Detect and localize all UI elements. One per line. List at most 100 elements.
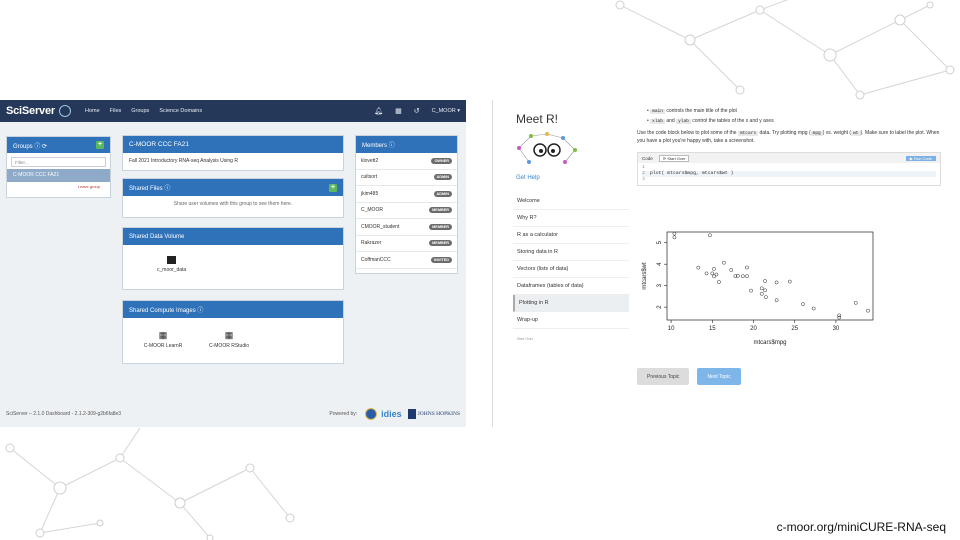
scatter-plot: 10 15 20 25 30 2 3 4 5 mtcars$mpg mtcars$wt — [642, 231, 874, 346]
idies-logo: idies — [381, 409, 402, 419]
data-point — [866, 308, 870, 313]
meet-r-screenshot: Meet R! Get Help Welcome Why R? R as a cal… — [492, 100, 960, 427]
shared-compute-header: Shared Compute Images ⓘ — [123, 301, 343, 318]
sciserver-screenshot: SciServer Home Files Groups Science Doma… — [0, 100, 466, 427]
data-point — [712, 274, 716, 279]
member-row[interactable]: CoffmanCCC INVITED — [356, 252, 457, 269]
data-volume-item[interactable]: c_moor_data — [157, 256, 186, 273]
topic-item[interactable]: Vectors (lists of data) — [513, 261, 629, 278]
y-tick-label: 2 — [657, 305, 663, 309]
run-code-button[interactable]: ▶ Run Code — [905, 155, 936, 161]
member-row[interactable]: jkim485 ADMIN — [356, 186, 457, 203]
previous-topic-button[interactable]: Previous Topic — [637, 368, 690, 385]
data-point — [740, 274, 745, 279]
topic-item[interactable]: Plotting in R — [513, 295, 629, 312]
shared-compute-title: Shared Compute Images — [129, 308, 196, 314]
data-point — [811, 306, 816, 311]
group-list-item-selected[interactable]: C-MOOR CCC FA21 — [7, 169, 110, 182]
data-point — [763, 288, 767, 293]
history-icon[interactable]: ↺ — [414, 107, 420, 115]
slide: SciServer Home Files Groups Science Doma… — [0, 0, 960, 540]
code-header: Code ⟳ Start Over ▶ Run Code — [638, 153, 940, 163]
bell-icon[interactable]: 🔔︎ — [374, 107, 383, 115]
shared-files-message: Share user volumes with this group to se… — [173, 201, 293, 207]
info-icon: ⓘ — [164, 186, 171, 192]
user-menu[interactable]: C_MOOR ▾ — [432, 108, 460, 114]
code-block[interactable]: Code ⟳ Start Over ▶ Run Code 1 2 plot( mt… — [637, 152, 941, 186]
data-point — [704, 271, 709, 276]
get-help-link[interactable]: Get Help — [516, 175, 540, 181]
member-row[interactable]: C_MOOR MEMBER — [356, 203, 457, 219]
next-topic-button[interactable]: Next Topic — [697, 368, 741, 385]
sciserver-logo[interactable]: SciServer — [6, 105, 55, 117]
members-panel: Members ⓘ klovett2 OWNER cultsort ADMIN jkim… — [355, 135, 458, 274]
instructions: Use the code block below to plot some of… — [637, 130, 940, 144]
info-icon: ⓘ — [197, 308, 204, 314]
plot-frame — [666, 231, 874, 321]
leave-group-link[interactable]: Leave group — [7, 184, 110, 189]
members-list: klovett2 OWNER cultsort ADMIN jkim485 ADMIN C_… — [356, 153, 457, 269]
topic-item[interactable]: Welcome — [513, 193, 629, 210]
sciserver-navbar: SciServer Home Files Groups Science Doma… — [0, 100, 466, 122]
y-axis-label: mtcars$wt — [642, 262, 648, 290]
nav-files[interactable]: Files — [110, 108, 122, 114]
grid-icon: ▦ — [158, 330, 168, 340]
y-tick-label: 4 — [657, 262, 663, 266]
member-name: jkim485 — [361, 190, 379, 197]
data-point — [696, 265, 701, 270]
member-name: Rakrazer — [361, 240, 382, 247]
network-decoration-bottom-left — [5, 428, 295, 540]
nsf-logo-icon — [365, 408, 378, 420]
data-point — [717, 280, 721, 284]
data-point — [672, 235, 677, 240]
member-row[interactable]: cultsort ADMIN — [356, 170, 457, 186]
member-row[interactable]: klovett2 OWNER — [356, 153, 457, 170]
footer-url: c-moor.org/miniCURE-RNA-seq — [776, 520, 946, 534]
topic-item[interactable]: Wrap-up — [513, 312, 629, 329]
refresh-icon[interactable]: ⟳ — [42, 144, 47, 150]
nav-home[interactable]: Home — [85, 108, 100, 114]
data-point — [759, 286, 764, 291]
powered-by-label: Powered by: — [329, 411, 358, 417]
data-point — [801, 302, 805, 306]
add-shared-file-button[interactable]: + — [329, 183, 337, 192]
topic-item[interactable]: Dataframes (tables of data) — [513, 278, 629, 295]
member-row[interactable]: CMOOR_student MEMBER — [356, 219, 457, 236]
nav-groups[interactable]: Groups — [131, 108, 149, 114]
start-over-button[interactable]: ⟳ Start Over — [658, 154, 690, 162]
topic-item[interactable]: Storing data in R — [513, 244, 629, 261]
start-over-link[interactable]: Start Over — [513, 329, 629, 349]
footer-dashboard-version: Dashboard - 2.1.2-309-g2b6fa8e3 — [45, 411, 122, 417]
member-role-badge: INVITED — [431, 256, 452, 263]
add-group-button[interactable]: + — [96, 141, 104, 149]
topic-item[interactable]: R as a calculator — [513, 227, 629, 244]
member-role-badge: ADMIN — [433, 190, 452, 197]
member-name: C_MOOR — [361, 207, 383, 214]
nav-science-domains[interactable]: Science Domains — [159, 108, 202, 114]
data-point — [837, 315, 842, 320]
data-point — [764, 295, 768, 299]
data-point — [787, 279, 792, 284]
topic-item[interactable]: Why R? — [513, 210, 629, 227]
group-description: Fall 2021 Introductory RNA-seq Analysis … — [129, 158, 238, 164]
member-name: cultsort — [361, 174, 378, 181]
r-logo-network-icon — [517, 132, 577, 164]
x-tick-label: 25 — [791, 326, 798, 332]
member-role-badge: MEMBER — [429, 240, 452, 247]
grid-icon[interactable]: ▦ — [395, 107, 402, 115]
shared-files-title: Shared Files — [129, 186, 163, 192]
member-name: CoffmanCCC — [361, 256, 391, 263]
sciserver-globe-icon — [58, 105, 71, 117]
member-row[interactable]: Rakrazer MEMBER — [356, 236, 457, 252]
compute-image-learnr[interactable]: ▦ C-MOOR LearnR — [139, 330, 187, 350]
member-role-badge: OWNER — [431, 157, 452, 164]
tutorial-content: • main controls the main title of the pl… — [637, 108, 941, 186]
topic-navigation: Previous Topic Next Topic — [637, 368, 741, 385]
code-line: plot( mtcars$mpg, mtcars$wt ) — [650, 171, 734, 176]
compute-image-rstudio[interactable]: ▦ C-MOOR RStudio — [201, 331, 257, 350]
members-title: Members — [362, 143, 388, 149]
code-editor[interactable]: 1 2 plot( mtcars$mpg, mtcars$wt ) 3 — [638, 163, 940, 185]
x-tick-label: 20 — [750, 326, 757, 332]
group-filter-input[interactable]: Filter... — [11, 157, 106, 167]
data-point — [749, 288, 753, 293]
